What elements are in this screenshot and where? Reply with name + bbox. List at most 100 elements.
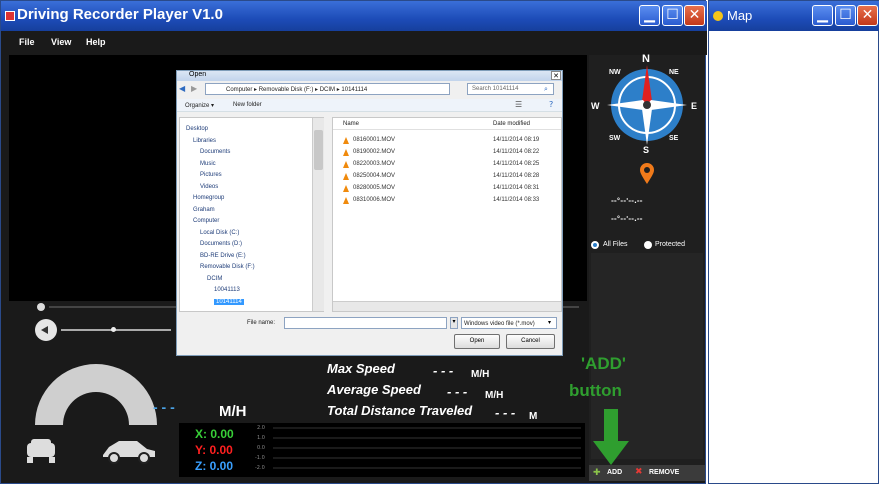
column-date[interactable]: Date modified [493, 121, 530, 127]
max-speed-label: Max Speed [327, 361, 395, 376]
column-header: Name Date modified [333, 118, 561, 130]
cancel-button[interactable]: Cancel [506, 334, 555, 349]
hscroll[interactable] [333, 301, 561, 311]
forward-icon[interactable]: ▶ [191, 84, 197, 93]
view-options-icon[interactable]: ☰ [515, 100, 522, 109]
map-maximize-button[interactable]: ☐ [835, 5, 856, 26]
accel-tick: 0.0 [257, 445, 265, 451]
search-box[interactable]: Search 10141114 ⌕ [467, 83, 554, 95]
nav-item[interactable]: Documents (D:) [200, 241, 242, 247]
video-file-icon [343, 149, 349, 156]
protected-label: Protected [655, 241, 685, 248]
file-row[interactable]: 08310006.MOV 14/11/2014 08:33 [343, 196, 553, 206]
search-icon: ⌕ [544, 85, 548, 93]
filetype-select[interactable]: Windows video file (*.mov) ▾ [461, 317, 557, 329]
back-icon[interactable]: ◀ [179, 84, 185, 93]
map-close-button[interactable]: ✕ [857, 5, 878, 26]
gps-latitude: --°--'--.-- [611, 197, 643, 205]
menu-view[interactable]: View [51, 37, 71, 47]
video-file-icon [343, 161, 349, 168]
file-list: 08160001.MOV 14/11/2014 08:19 08190002.MOV… [333, 130, 561, 300]
file-row[interactable]: 08160001.MOV 14/11/2014 08:19 [343, 136, 553, 146]
filename-label: File name: [247, 320, 276, 326]
file-date: 14/11/2014 08:22 [493, 149, 540, 155]
nav-item[interactable]: DCIM [207, 276, 222, 282]
video-file-icon [343, 197, 349, 204]
volume-track[interactable] [61, 329, 171, 331]
filename-input[interactable] [284, 317, 447, 329]
compass-se: SE [669, 135, 679, 142]
accel-y: Y: 0.00 [195, 443, 233, 457]
map-title-bar[interactable]: Map ▁ ☐ ✕ [709, 1, 879, 31]
dialog-toolbar: Organize ▾ New folder ☰ ? [177, 99, 562, 112]
address-bar[interactable]: Computer ▸ Removable Disk (F:) ▸ DCIM ▸ … [205, 83, 450, 95]
volume-icon[interactable] [35, 319, 57, 341]
accel-tick: 1.0 [257, 435, 265, 441]
volume-handle[interactable] [111, 327, 116, 332]
gps-longitude: --°--'--.-- [611, 215, 643, 223]
dialog-title-bar[interactable]: Open ✕ [177, 71, 562, 81]
file-date: 14/11/2014 08:25 [493, 161, 540, 167]
minimize-button[interactable]: ▁ [639, 5, 660, 26]
map-minimize-button[interactable]: ▁ [812, 5, 833, 26]
main-title-bar[interactable]: Driving Recorder Player V1.0 ▁ ☐ ✕ [1, 1, 707, 31]
nav-item[interactable]: Homegroup [193, 195, 224, 201]
menu-file[interactable]: File [19, 37, 35, 47]
accel-tick: 2.0 [257, 425, 265, 431]
protected-radio[interactable] [644, 241, 652, 249]
nav-item[interactable]: Videos [200, 184, 218, 190]
compass-west: W [591, 101, 600, 111]
file-row[interactable]: 08250004.MOV 14/11/2014 08:28 [343, 172, 553, 182]
car-side-icon [103, 441, 155, 464]
nav-item[interactable]: BD-RE Drive (E:) [200, 253, 246, 259]
video-file-icon [343, 137, 349, 144]
file-row[interactable]: 08190002.MOV 14/11/2014 08:22 [343, 148, 553, 158]
accel-graph [273, 427, 581, 469]
file-date: 14/11/2014 08:28 [493, 173, 540, 179]
nav-scroll-thumb[interactable] [314, 130, 323, 170]
nav-item[interactable]: Documents [200, 149, 230, 155]
app-icon [5, 11, 15, 21]
file-name: 08190002.MOV [353, 149, 396, 155]
new-folder-button[interactable]: New folder [233, 102, 262, 108]
chevron-down-icon: ▾ [548, 319, 552, 326]
nav-item[interactable]: 10141114 [214, 298, 244, 305]
avg-speed-unit: M/H [485, 390, 504, 401]
open-button[interactable]: Open [454, 334, 500, 349]
right-panel: N S E W NE NW SE SW --°--'--.-- --°--'--… [589, 53, 705, 465]
organize-button[interactable]: Organize ▾ [185, 102, 214, 109]
help-icon[interactable]: ? [549, 100, 553, 109]
annotation-add-line2: button [569, 381, 622, 400]
nav-item[interactable]: 10041113 [214, 287, 240, 293]
remove-button[interactable]: ✖ REMOVE [635, 467, 701, 479]
main-window-title: Driving Recorder Player V1.0 [17, 6, 223, 23]
max-speed-unit: M/H [471, 369, 490, 380]
compass-ne: NE [669, 69, 679, 76]
file-name: 08310006.MOV [353, 197, 396, 203]
filename-dropdown-icon[interactable]: ▾ [450, 317, 458, 329]
nav-item[interactable]: Local Disk (C:) [200, 230, 239, 236]
close-button[interactable]: ✕ [684, 5, 705, 26]
file-name: 08280005.MOV [353, 185, 396, 191]
nav-item[interactable]: Music [200, 161, 216, 167]
maximize-button[interactable]: ☐ [662, 5, 683, 26]
seek-slider-handle[interactable] [37, 303, 45, 311]
column-name[interactable]: Name [343, 121, 359, 127]
file-date: 14/11/2014 08:33 [493, 197, 540, 203]
file-row[interactable]: 08280005.MOV 14/11/2014 08:31 [343, 184, 553, 194]
nav-scrollbar[interactable] [312, 118, 324, 311]
nav-item[interactable]: Removable Disk (F:) [200, 264, 255, 270]
dialog-close-button[interactable]: ✕ [551, 71, 561, 80]
breadcrumb: Computer ▸ Removable Disk (F:) ▸ DCIM ▸ … [226, 87, 368, 93]
nav-item[interactable]: Desktop [186, 126, 208, 132]
map-canvas[interactable] [709, 31, 878, 483]
nav-item[interactable]: Graham [193, 207, 215, 213]
menu-help[interactable]: Help [86, 37, 106, 47]
nav-item[interactable]: Libraries [193, 138, 216, 144]
nav-item[interactable]: Computer [193, 218, 219, 224]
nav-item[interactable]: Pictures [200, 172, 222, 178]
compass-east: E [691, 101, 698, 111]
all-files-radio[interactable] [591, 241, 599, 249]
main-window: Driving Recorder Player V1.0 ▁ ☐ ✕ File … [0, 0, 707, 484]
file-row[interactable]: 08220003.MOV 14/11/2014 08:25 [343, 160, 553, 170]
